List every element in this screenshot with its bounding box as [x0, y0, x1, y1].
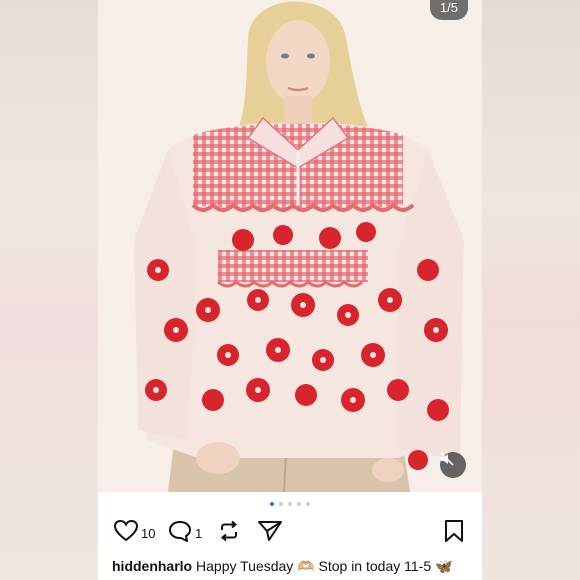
repost-button[interactable] — [218, 520, 240, 547]
post-caption: hiddenharlo Happy Tuesday 🫶🏼 Stop in tod… — [112, 558, 472, 575]
carousel-dot[interactable] — [306, 502, 310, 506]
post-photo[interactable]: 1/5 — [98, 0, 482, 492]
carousel-dot[interactable] — [279, 502, 283, 506]
mute-button[interactable] — [440, 452, 466, 478]
carousel-dot[interactable] — [297, 502, 301, 506]
caption-username[interactable]: hiddenharlo — [112, 558, 192, 574]
carousel-dot-active[interactable] — [270, 502, 274, 506]
paper-plane-icon — [258, 520, 282, 547]
save-button[interactable] — [444, 520, 464, 547]
comment-count: 1 — [195, 526, 203, 541]
carousel-indicator — [98, 502, 482, 510]
post-card: 1/5 10 1 hiddenharlo Happy Tuesday 🫶🏼 St… — [98, 0, 482, 580]
right-background-blur — [482, 0, 580, 580]
post-action-bar: 10 1 — [113, 519, 466, 548]
left-background-blur — [0, 0, 98, 580]
carousel-dot[interactable] — [288, 502, 292, 506]
repost-icon — [218, 520, 240, 547]
caption-text: Happy Tuesday 🫶🏼 Stop in today 11-5 🦋 — [196, 558, 453, 574]
comment-bubble-icon — [168, 520, 192, 547]
heart-icon — [113, 519, 139, 547]
model-sweater-illustration — [98, 0, 482, 492]
like-count: 10 — [141, 526, 156, 541]
comment-button[interactable]: 1 — [168, 520, 202, 547]
bookmark-icon — [444, 520, 464, 547]
share-button[interactable] — [258, 520, 282, 547]
image-counter-badge: 1/5 — [429, 0, 468, 20]
like-button[interactable]: 10 — [113, 519, 156, 547]
